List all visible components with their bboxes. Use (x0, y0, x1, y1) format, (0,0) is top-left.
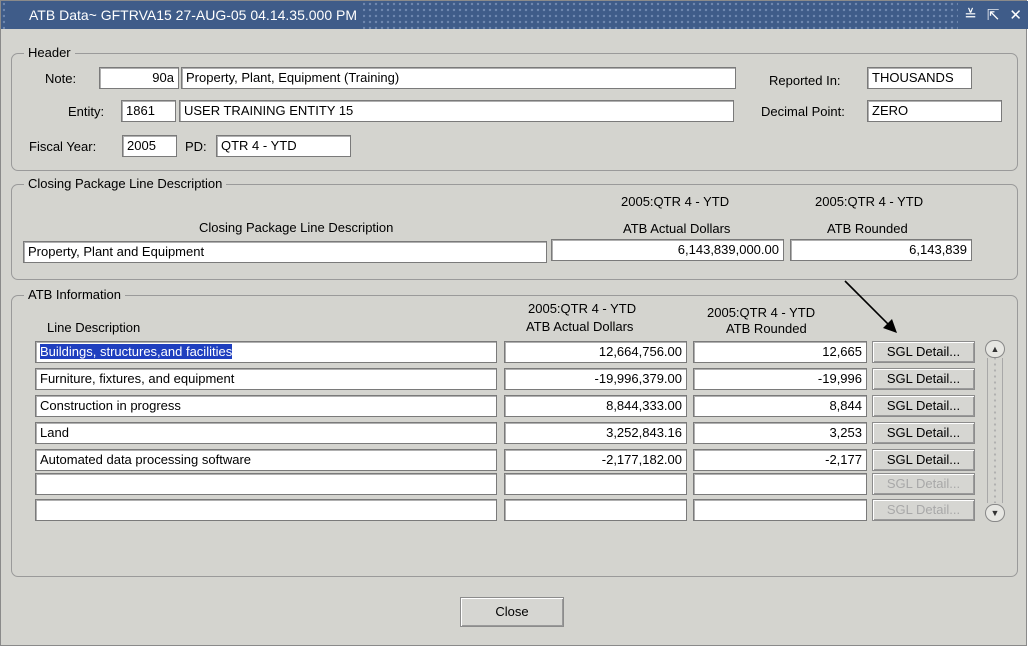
reported-in-label: Reported In: (769, 73, 841, 88)
atb-data-window: ATB Data~ GFTRVA15 27-AUG-05 04.14.35.00… (0, 0, 1028, 646)
decimal-point-field[interactable]: ZERO (867, 100, 1002, 122)
closing-description-header: Closing Package Line Description (199, 220, 394, 235)
rows-scrollbar[interactable]: ▲ ▼ (985, 338, 1007, 524)
closing-actual-header: ATB Actual Dollars (623, 221, 731, 236)
reported-in-field[interactable]: THOUSANDS (867, 67, 972, 89)
sgl-detail-button[interactable]: SGL Detail... (872, 368, 975, 390)
note-label: Note: (45, 71, 77, 86)
maximize-icon[interactable]: ⇱ (987, 6, 1000, 24)
sgl-detail-button-disabled: SGL Detail... (872, 473, 975, 495)
period-field[interactable]: QTR 4 - YTD (216, 135, 351, 157)
selected-text: Buildings, structures,and facilities (40, 344, 233, 359)
atb-information-legend: ATB Information (24, 287, 125, 303)
scroll-track[interactable] (987, 358, 1003, 503)
note-code-field[interactable]: 90a (99, 67, 179, 89)
actual-dollars-field[interactable] (504, 473, 687, 495)
rounded-field[interactable]: 8,844 (693, 395, 867, 417)
pd-label: PD: (185, 139, 207, 154)
closing-actual-field[interactable]: 6,143,839,000.00 (551, 239, 784, 261)
rounded-field[interactable] (693, 499, 867, 521)
decimal-point-label: Decimal Point: (761, 104, 845, 119)
annotation-arrow-icon (844, 280, 897, 333)
sgl-detail-button[interactable]: SGL Detail... (872, 395, 975, 417)
rounded-field[interactable]: -19,996 (693, 368, 867, 390)
sgl-detail-button[interactable]: SGL Detail... (872, 422, 975, 444)
sgl-detail-button[interactable]: SGL Detail... (872, 341, 975, 363)
line-description-field[interactable]: Automated data processing software (35, 449, 497, 471)
line-description-field[interactable]: Buildings, structures,and facilities (35, 341, 497, 363)
closing-description-field[interactable]: Property, Plant and Equipment (23, 241, 547, 263)
actual-dollars-field[interactable]: 12,664,756.00 (504, 341, 687, 363)
line-description-field[interactable] (35, 473, 497, 495)
entity-label: Entity: (68, 104, 105, 119)
actual-dollars-field[interactable]: -19,996,379.00 (504, 368, 687, 390)
header-legend: Header (24, 45, 75, 61)
rounded-field[interactable]: -2,177 (693, 449, 867, 471)
actual-dollars-field[interactable] (504, 499, 687, 521)
actual-dollars-field[interactable]: 8,844,333.00 (504, 395, 687, 417)
actual-dollars-field[interactable]: 3,252,843.16 (504, 422, 687, 444)
line-description-field[interactable]: Land (35, 422, 497, 444)
close-button[interactable]: Close (460, 597, 564, 627)
sgl-detail-button[interactable]: SGL Detail... (872, 449, 975, 471)
scroll-up-icon[interactable]: ▲ (985, 340, 1005, 358)
close-icon[interactable]: ✕ (1009, 6, 1022, 24)
entity-code-field[interactable]: 1861 (121, 100, 176, 122)
actual-dollars-field[interactable]: -2,177,182.00 (504, 449, 687, 471)
atb-rounded-header: ATB Rounded (726, 321, 807, 336)
line-description-field[interactable] (35, 499, 497, 521)
fiscal-year-label: Fiscal Year: (29, 139, 97, 154)
rounded-field[interactable]: 12,665 (693, 341, 867, 363)
atb-rounded-period-header: 2005:QTR 4 - YTD (707, 305, 816, 320)
window-title: ATB Data~ GFTRVA15 27-AUG-05 04.14.35.00… (5, 1, 363, 29)
minimize-icon[interactable]: ≚ (964, 6, 977, 24)
atb-description-header: Line Description (47, 320, 141, 335)
closing-rounded-header: ATB Rounded (827, 221, 908, 236)
line-description-field[interactable]: Construction in progress (35, 395, 497, 417)
entity-name-field[interactable]: USER TRAINING ENTITY 15 (179, 100, 734, 122)
closing-rounded-field[interactable]: 6,143,839 (790, 239, 972, 261)
scroll-down-icon[interactable]: ▼ (985, 504, 1005, 522)
window-controls: ≚ ⇱ ✕ (958, 1, 1028, 29)
closing-rounded-period-header: 2005:QTR 4 - YTD (815, 194, 924, 209)
rounded-field[interactable] (693, 473, 867, 495)
closing-package-legend: Closing Package Line Description (24, 176, 227, 192)
fiscal-year-field[interactable]: 2005 (122, 135, 177, 157)
sgl-detail-button-disabled: SGL Detail... (872, 499, 975, 521)
rounded-field[interactable]: 3,253 (693, 422, 867, 444)
atb-actual-period-header: 2005:QTR 4 - YTD (528, 301, 637, 316)
title-bar[interactable]: ATB Data~ GFTRVA15 27-AUG-05 04.14.35.00… (1, 1, 1028, 29)
line-description-field[interactable]: Furniture, fixtures, and equipment (35, 368, 497, 390)
atb-actual-header: ATB Actual Dollars (526, 319, 634, 334)
note-description-field[interactable]: Property, Plant, Equipment (Training) (181, 67, 736, 89)
closing-actual-period-header: 2005:QTR 4 - YTD (621, 194, 730, 209)
